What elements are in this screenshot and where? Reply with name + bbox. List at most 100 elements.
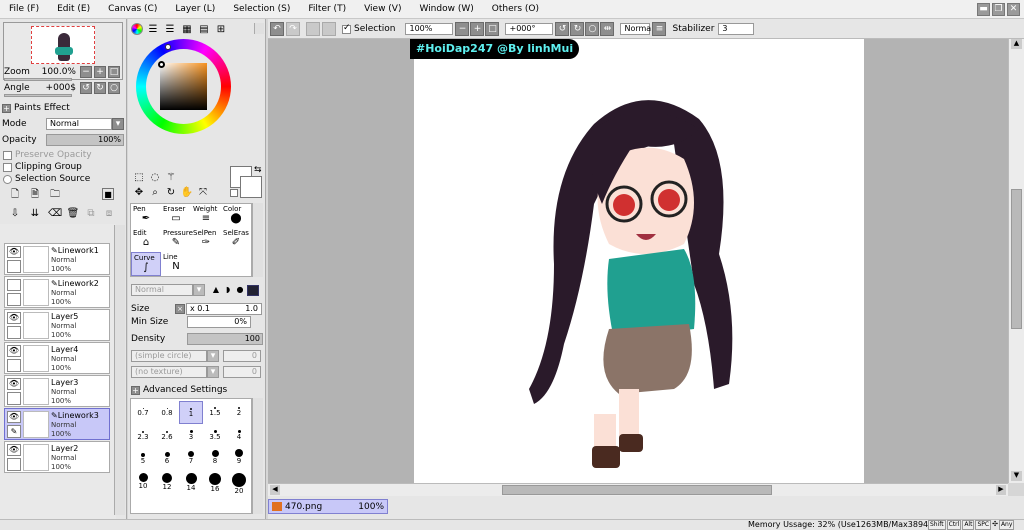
brush-size-cell[interactable]: 12 <box>155 473 179 496</box>
eye-icon[interactable]: 👁 <box>7 312 21 324</box>
eyedropper-icon[interactable]: ⤧ <box>196 185 210 199</box>
eye-icon[interactable]: 👁 <box>7 378 21 390</box>
layer-opacity-slider[interactable]: 100% <box>46 134 124 146</box>
toolbar-angle-select[interactable]: +000° <box>505 23 554 35</box>
layer-item[interactable]: 👁 Layer4 Normal 100% <box>4 342 110 374</box>
flip-horizontal-icon[interactable]: ⇹ <box>600 22 615 36</box>
layer-item[interactable]: ✎Linework2 Normal 100% <box>4 276 110 308</box>
menu-file[interactable]: File (F) <box>0 4 48 14</box>
brush-size-cell[interactable]: 0.7 <box>131 401 155 424</box>
advanced-settings-header[interactable]: + Advanced Settings <box>131 385 227 395</box>
size-slider[interactable]: x 0.1 1.0 <box>186 303 262 315</box>
brush-size-cell[interactable]: 8 <box>203 449 227 472</box>
hsv-slider-tab-icon[interactable]: ☰ <box>163 22 177 36</box>
invert-selection-icon[interactable] <box>322 22 336 36</box>
merge-down-icon[interactable]: ⇊ <box>28 206 42 220</box>
horizontal-scroll-thumb[interactable] <box>502 485 772 495</box>
menu-others[interactable]: Others (O) <box>483 4 548 14</box>
menu-canvas[interactable]: Canvas (C) <box>99 4 166 14</box>
transfer-down-icon[interactable]: ⇩ <box>8 206 22 220</box>
rotate-right-button[interactable]: ↻ <box>94 82 106 94</box>
brush-size-cell[interactable]: 3 <box>179 425 203 448</box>
shape-triangle-icon[interactable]: ▲ <box>211 285 221 295</box>
scroll-down-icon[interactable]: ▼ <box>1011 471 1022 481</box>
layer-item[interactable]: 👁 ✎ ✎Linework3 Normal 100% <box>4 408 110 440</box>
scroll-right-icon[interactable]: ▶ <box>996 485 1006 495</box>
redo-icon[interactable]: ↷ <box>286 22 300 36</box>
toolbar-zoom-out-icon[interactable]: − <box>455 22 470 36</box>
tool-curve[interactable]: Curve ∫ <box>131 252 161 276</box>
stabilizer-select[interactable]: 3 <box>718 23 755 35</box>
duplicate-layer-icon[interactable]: ⧉ <box>84 206 98 220</box>
hidden-eye-icon[interactable] <box>7 279 21 291</box>
close-button[interactable]: ✕ <box>1007 3 1020 16</box>
eye-icon[interactable]: 👁 <box>7 444 21 456</box>
layer-item[interactable]: 👁 Layer2 Normal 100% <box>4 441 110 473</box>
brush-size-cell[interactable]: 2.3 <box>131 425 155 448</box>
color-panel-scrollbar[interactable] <box>254 23 264 34</box>
toolbar-rotate-reset-icon[interactable]: ○ <box>585 22 600 36</box>
zoom-icon[interactable]: ⌕ <box>148 185 162 199</box>
brush-size-cell[interactable]: 0.8 <box>155 401 179 424</box>
move-icon[interactable]: ✥ <box>132 185 146 199</box>
selection-checkbox[interactable]: ✓ <box>342 23 351 34</box>
eye-icon[interactable]: 👁 <box>7 411 21 423</box>
hue-cursor[interactable] <box>165 44 171 50</box>
blend-menu-icon[interactable]: ≡ <box>652 22 667 36</box>
expand-icon[interactable]: + <box>131 385 140 395</box>
brush-texture-strength[interactable]: 0 <box>223 366 261 378</box>
canvas-paper[interactable]: #HoiDap247 @By linhMui <box>410 39 864 483</box>
rotate-icon[interactable]: ↻ <box>164 185 178 199</box>
tool-weight[interactable]: Weight ≡ <box>191 204 221 228</box>
clear-layer-icon[interactable]: ⌫ <box>48 206 62 220</box>
tool-pen[interactable]: Pen ✒ <box>131 204 161 228</box>
shape-round-icon[interactable]: ● <box>235 285 245 295</box>
rotate-left-button[interactable]: ↺ <box>80 82 92 94</box>
merge-visible-icon[interactable]: ⧈ <box>102 206 116 220</box>
tool-eraser[interactable]: Eraser ▭ <box>161 204 191 228</box>
toolbar-rotate-right-icon[interactable]: ↻ <box>570 22 585 36</box>
sv-cursor[interactable] <box>158 61 165 68</box>
angle-slider[interactable] <box>4 94 72 97</box>
brush-size-cell[interactable]: 6 <box>155 449 179 472</box>
brush-shape-strength[interactable]: 0 <box>223 350 261 362</box>
rgb-slider-tab-icon[interactable]: ☰ <box>146 22 160 36</box>
pen-lock-icon[interactable]: ✎ <box>7 425 21 438</box>
brush-size-cell[interactable]: 7 <box>179 449 203 472</box>
toolbar-rotate-left-icon[interactable]: ↺ <box>555 22 570 36</box>
tool-line[interactable]: Line N <box>161 252 191 276</box>
menu-selection[interactable]: Selection (S) <box>224 4 299 14</box>
chevron-down-icon[interactable]: ▾ <box>207 366 219 378</box>
color-wheel-tab-icon[interactable] <box>131 23 143 35</box>
undo-icon[interactable]: ↶ <box>270 22 284 36</box>
selection-source-radio[interactable] <box>3 174 12 184</box>
primary-color-swatch[interactable] <box>240 176 262 198</box>
zoom-value[interactable]: 100.0% <box>34 67 76 77</box>
new-layer-icon[interactable]: 🗋 <box>8 188 22 202</box>
chevron-down-icon[interactable]: ▾ <box>207 350 219 362</box>
brush-size-cell[interactable]: 1 <box>179 401 203 424</box>
layer-list-scrollbar[interactable] <box>114 225 125 515</box>
preserve-opacity-checkbox[interactable] <box>3 150 12 160</box>
lock-icon[interactable] <box>7 293 21 306</box>
tool-pressure[interactable]: Pressure ✎ <box>161 228 193 252</box>
clipping-group-row[interactable]: Clipping Group <box>3 162 82 172</box>
clipping-group-checkbox[interactable] <box>3 162 12 172</box>
selection-source-row[interactable]: Selection Source <box>3 174 90 184</box>
brush-size-cell[interactable]: 1.5 <box>203 401 227 424</box>
eye-icon[interactable]: 👁 <box>7 345 21 357</box>
brush-size-cell[interactable]: 16 <box>203 473 227 496</box>
saturation-value-square[interactable] <box>160 63 207 110</box>
tool-seleras[interactable]: SelEras ✐ <box>221 228 251 252</box>
tool-color[interactable]: Color ⬤ <box>221 204 251 228</box>
lock-icon[interactable] <box>7 359 21 372</box>
canvas-vertical-scrollbar[interactable]: ▲ ▼ <box>1008 39 1024 483</box>
scratchpad-tab-icon[interactable]: ▤ <box>197 22 211 36</box>
brush-size-cell[interactable]: 5 <box>131 449 155 472</box>
toolbar-zoom-select[interactable]: 100% <box>405 23 454 35</box>
density-slider[interactable]: 100 <box>187 333 263 345</box>
chevron-down-icon[interactable]: ▾ <box>193 284 205 296</box>
brush-size-cell[interactable]: 3.5 <box>203 425 227 448</box>
size-multiplier-button[interactable]: × <box>175 304 185 314</box>
toolbar-zoom-reset-icon[interactable]: □ <box>485 22 500 36</box>
